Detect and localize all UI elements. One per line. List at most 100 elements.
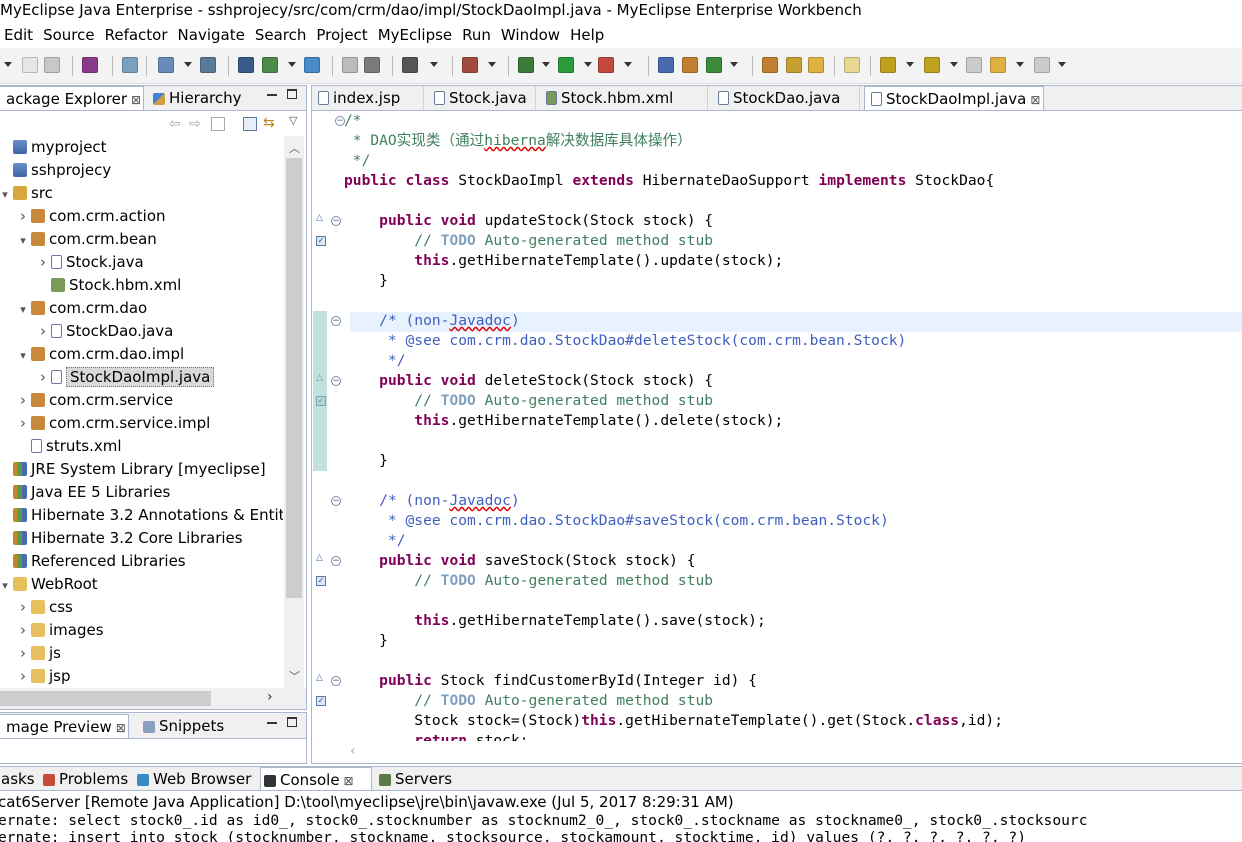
expand-arrow-icon[interactable]: › — [17, 665, 29, 688]
scroll-left-icon[interactable]: ‹ — [350, 743, 356, 759]
toolbar-button-icon[interactable] — [990, 57, 1006, 73]
tab-hierarchy[interactable]: Hierarchy — [147, 86, 253, 110]
menu-navigate[interactable]: Navigate — [174, 22, 249, 48]
task-marker-icon[interactable]: ✓ — [316, 576, 326, 586]
tab-index-jsp[interactable]: index.jsp — [312, 86, 424, 110]
menu-help[interactable]: Help — [566, 22, 608, 48]
tab-stock-hbm-xml[interactable]: Stock.hbm.xml — [540, 86, 708, 110]
toolbar-button-icon[interactable] — [1034, 57, 1050, 73]
toolbar-button-icon[interactable] — [402, 57, 418, 73]
dropdown-arrow-icon[interactable] — [730, 62, 738, 67]
code-editor[interactable]: −−−−−−△△△△✓✓✓✓− /* * DAO实现类（通过hiberna解决数… — [312, 111, 1242, 741]
forward-arrow-icon[interactable]: ⇨ — [189, 116, 201, 132]
tab-image-preview[interactable]: mage Preview ⊠ — [0, 714, 129, 738]
tree-item[interactable]: ▾ com.crm.bean — [0, 228, 283, 251]
expand-arrow-icon[interactable]: › — [17, 412, 29, 435]
tab-snippets[interactable]: Snippets — [137, 714, 229, 738]
toolbar-button-icon[interactable] — [966, 57, 982, 73]
tree-item[interactable]: › StockDao.java — [0, 320, 283, 343]
tree-item[interactable]: › images — [0, 619, 283, 642]
tree-item[interactable]: sshprojecy — [0, 159, 283, 182]
expand-arrow-icon[interactable]: › — [17, 205, 29, 228]
scroll-down-icon[interactable]: ﹀ — [289, 668, 300, 684]
maximize-icon[interactable] — [287, 717, 297, 727]
tab-servers[interactable]: Servers — [376, 767, 462, 790]
code-text[interactable]: /* * DAO实现类（通过hiberna解决数据库具体操作） */ public… — [344, 111, 1242, 741]
dropdown-arrow-icon[interactable] — [624, 62, 632, 67]
expand-arrow-icon[interactable]: ▾ — [17, 229, 29, 252]
dropdown-arrow-icon[interactable] — [1058, 62, 1066, 67]
scroll-right-icon[interactable]: › — [267, 689, 273, 705]
maximize-icon[interactable] — [287, 89, 297, 99]
toolbar-button-icon[interactable] — [880, 57, 896, 73]
toolbar-button-icon[interactable] — [518, 57, 534, 73]
tree-item[interactable]: myproject — [0, 136, 283, 159]
toolbar-button-icon[interactable] — [304, 57, 320, 73]
toolbar-button-icon[interactable] — [82, 57, 98, 73]
toolbar-button-icon[interactable] — [158, 57, 174, 73]
tree-item[interactable]: › com.crm.action — [0, 205, 283, 228]
tab-asks[interactable]: asks — [0, 767, 36, 790]
dropdown-arrow-icon[interactable] — [584, 62, 592, 67]
toolbar-button-icon[interactable] — [808, 57, 824, 73]
link-with-editor-icon[interactable]: ⇆ — [263, 115, 275, 131]
menu-search[interactable]: Search — [251, 22, 311, 48]
tree-item[interactable]: ▾ WebRoot — [0, 573, 283, 596]
fold-toggle-icon[interactable]: − — [331, 216, 341, 226]
expand-arrow-icon[interactable]: › — [17, 642, 29, 665]
expand-arrow-icon[interactable]: ▾ — [17, 298, 29, 321]
fold-toggle-icon[interactable]: − — [331, 676, 341, 686]
tree-item[interactable]: › com.crm.service — [0, 389, 283, 412]
tab-stock-java[interactable]: Stock.java — [428, 86, 536, 110]
expand-arrow-icon[interactable]: ▾ — [17, 344, 29, 367]
tab-problems[interactable]: Problems — [40, 767, 130, 790]
back-arrow-icon[interactable]: ⇦ — [169, 116, 181, 132]
tree-item[interactable]: Stock.hbm.xml — [0, 274, 283, 297]
toolbar-button-icon[interactable] — [658, 57, 674, 73]
dropdown-arrow-icon[interactable] — [288, 62, 296, 67]
tab-web-browser[interactable]: Web Browser — [134, 767, 258, 790]
dropdown-arrow-icon[interactable] — [4, 62, 12, 67]
toolbar-button-icon[interactable] — [844, 57, 860, 73]
scroll-up-icon[interactable]: ︿ — [289, 140, 300, 156]
toolbar-button-icon[interactable] — [924, 57, 940, 73]
view-menu-icon[interactable]: ▽ — [289, 114, 297, 127]
expand-arrow-icon[interactable]: › — [17, 619, 29, 642]
toolbar-button-icon[interactable] — [706, 57, 722, 73]
toolbar-button-icon[interactable] — [682, 57, 698, 73]
close-icon[interactable]: ⊠ — [131, 93, 141, 107]
tree-vertical-scrollbar[interactable]: ︿ ﹀ — [284, 136, 304, 688]
tree-item[interactable]: JRE System Library [myeclipse] — [0, 458, 283, 481]
close-icon[interactable]: ⊠ — [116, 721, 126, 735]
toolbar-button-icon[interactable] — [262, 57, 278, 73]
toolbar-button-icon[interactable] — [122, 57, 138, 73]
toolbar-button-icon[interactable] — [22, 57, 38, 73]
expand-arrow-icon[interactable]: › — [17, 596, 29, 619]
dropdown-arrow-icon[interactable] — [1016, 62, 1024, 67]
tree-item[interactable]: ▾ src — [0, 182, 283, 205]
tree-item[interactable]: Referenced Libraries — [0, 550, 283, 573]
dropdown-arrow-icon[interactable] — [488, 62, 496, 67]
toolbar-button-icon[interactable] — [342, 57, 358, 73]
tree-item[interactable]: ▾ com.crm.dao.impl — [0, 343, 283, 366]
tab-package-explorer[interactable]: ackage Explorer ⊠ — [0, 86, 144, 110]
menu-refactor[interactable]: Refactor — [101, 22, 172, 48]
fold-toggle-icon[interactable]: − — [331, 316, 341, 326]
expand-arrow-icon[interactable]: › — [37, 366, 49, 389]
expand-arrow-icon[interactable]: › — [37, 251, 49, 274]
tab-stockdaoimpl-java[interactable]: StockDaoImpl.java ⊠ — [864, 86, 1044, 110]
toolbar-button-icon[interactable] — [762, 57, 778, 73]
task-marker-icon[interactable]: ✓ — [316, 236, 326, 246]
tree-item[interactable]: › css — [0, 596, 283, 619]
task-marker-icon[interactable]: ✓ — [316, 696, 326, 706]
tree-item[interactable]: › js — [0, 642, 283, 665]
toolbar-button-icon[interactable] — [238, 57, 254, 73]
toolbar-button-icon[interactable] — [598, 57, 614, 73]
expand-arrow-icon[interactable]: › — [37, 320, 49, 343]
tree-horizontal-scrollbar[interactable]: › — [0, 688, 306, 709]
minimize-icon[interactable] — [267, 94, 277, 96]
tab-stockdao-java[interactable]: StockDao.java — [712, 86, 860, 110]
menu-window[interactable]: Window — [497, 22, 564, 48]
tree-item[interactable]: › StockDaoImpl.java — [0, 366, 283, 389]
close-icon[interactable]: ⊠ — [344, 774, 354, 788]
